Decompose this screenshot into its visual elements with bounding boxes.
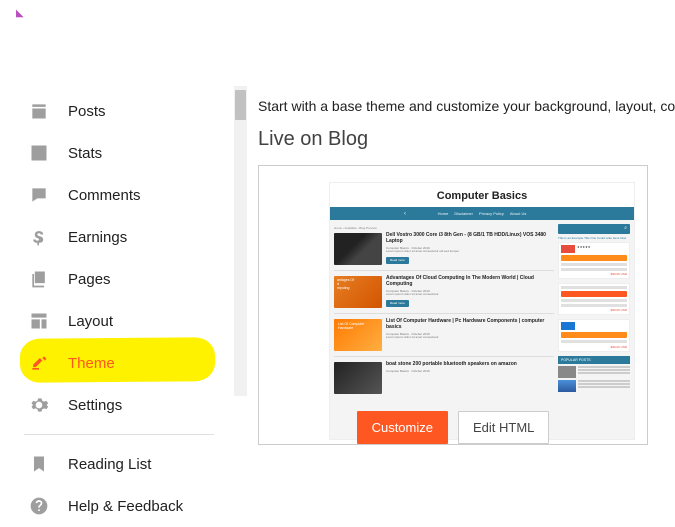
preview-posts: Home › Available › Blog Preview Dell Vos… (334, 224, 554, 438)
popular-header: POPULAR POSTS (558, 356, 630, 364)
preview-blog-body: Home › Available › Blog Preview Dell Vos… (330, 220, 634, 438)
settings-icon (28, 394, 50, 416)
edit-html-button[interactable]: Edit HTML (458, 411, 549, 444)
post-title: boat stone 200 portable bluetooth speake… (386, 362, 554, 368)
preview-ad: ★★★★★ $99.00 USD (558, 242, 630, 279)
sidebar-item-label: Comments (68, 187, 141, 204)
sidebar-item-comments[interactable]: Comments (28, 174, 220, 216)
sidebar: Posts Stats Comments Earnings Pages (0, 90, 230, 523)
sidebar-divider (24, 434, 214, 435)
preview-actions: Customize Edit HTML (259, 411, 647, 446)
sidebar-item-label: Posts (68, 103, 106, 120)
scrollbar-thumb[interactable] (235, 90, 246, 120)
sidebar-item-label: Earnings (68, 229, 127, 246)
theme-icon (28, 352, 50, 374)
posts-icon (28, 100, 50, 122)
annotation-dot: ◣ (16, 8, 24, 19)
bookmark-icon (28, 453, 50, 475)
post-title: Advantages Of Cloud Computing In The Mod… (386, 276, 554, 288)
preview-ad: $99.00 USD (558, 319, 630, 352)
sidebar-item-label: Reading List (68, 456, 151, 473)
post-thumb: antages Ofdmputing (334, 276, 382, 308)
sidebar-item-stats[interactable]: Stats (28, 132, 220, 174)
sidebar-item-layout[interactable]: Layout (28, 300, 220, 342)
earnings-icon (28, 226, 50, 248)
sidebar-item-label: Pages (68, 271, 111, 288)
pages-icon (28, 268, 50, 290)
sidebar-item-theme[interactable]: Theme (28, 342, 220, 384)
comments-icon (28, 184, 50, 206)
popular-item (558, 366, 630, 378)
post-thumb: List Of ComputerHardware (334, 319, 382, 351)
preview-blog-title: Computer Basics (330, 183, 634, 207)
sidebar-item-pages[interactable]: Pages (28, 258, 220, 300)
sidebar-item-help[interactable]: Help & Feedback (28, 485, 220, 527)
help-icon (28, 495, 50, 517)
scrollbar-track[interactable] (234, 86, 247, 396)
sidebar-item-label: Theme (68, 355, 115, 372)
sidebar-item-label: Stats (68, 145, 102, 162)
sidebar-item-label: Layout (68, 313, 113, 330)
preview-post: boat stone 200 portable bluetooth speake… (334, 362, 554, 399)
preview-search (558, 224, 630, 234)
nav-item: Privacy Policy (479, 211, 504, 216)
layout-icon (28, 310, 50, 332)
preview-sidebar: This is an Example Title One Could write… (558, 224, 630, 438)
stats-icon (28, 142, 50, 164)
preview-ad-text: This is an Example Title One Could write… (558, 237, 630, 240)
sidebar-item-label: Settings (68, 397, 122, 414)
post-title: Dell Vostro 3000 Core i3 8th Gen - (8 GB… (386, 233, 554, 245)
nav-item: About Us (510, 211, 526, 216)
sidebar-item-earnings[interactable]: Earnings (28, 216, 220, 258)
main-content: Start with a base theme and customize yo… (230, 90, 675, 523)
section-title: Live on Blog (258, 128, 675, 151)
popular-item (558, 380, 630, 392)
post-meta: Computer Basics · October 2019 (386, 370, 554, 374)
app-container: Posts Stats Comments Earnings Pages (0, 0, 675, 523)
read-more: Read more (386, 257, 409, 264)
post-meta: Computer Basics · October 2019Lorem ipsu… (386, 333, 554, 340)
preview-post: antages Ofdmputing Advantages Of Cloud C… (334, 276, 554, 314)
post-meta: Computer Basics · October 2019Lorem ipsu… (386, 290, 554, 297)
preview-post: Dell Vostro 3000 Core i3 8th Gen - (8 GB… (334, 233, 554, 271)
preview-inner: Computer Basics ‹ Home Disclaimer Privac… (329, 182, 635, 440)
preview-ad: $99.00 USD (558, 283, 630, 315)
intro-text: Start with a base theme and customize yo… (258, 98, 675, 114)
preview-blog-nav: ‹ Home Disclaimer Privacy Policy About U… (330, 207, 634, 220)
post-thumb (334, 362, 382, 394)
sidebar-item-label: Help & Feedback (68, 498, 183, 515)
customize-button[interactable]: Customize (357, 411, 448, 444)
post-thumb (334, 233, 382, 265)
sidebar-item-settings[interactable]: Settings (28, 384, 220, 426)
post-meta: Computer Basics · October 2019Lorem ipsu… (386, 247, 554, 254)
blog-preview[interactable]: Computer Basics ‹ Home Disclaimer Privac… (258, 165, 648, 445)
nav-item: Disclaimer (454, 211, 473, 216)
read-more: Read more (386, 300, 409, 307)
sidebar-item-reading-list[interactable]: Reading List (28, 443, 220, 485)
nav-item: Home (438, 211, 449, 216)
post-title: List Of Computer Hardware | Pc Hardware … (386, 319, 554, 331)
sidebar-item-posts[interactable]: Posts (28, 90, 220, 132)
preview-post: List Of ComputerHardware List Of Compute… (334, 319, 554, 357)
